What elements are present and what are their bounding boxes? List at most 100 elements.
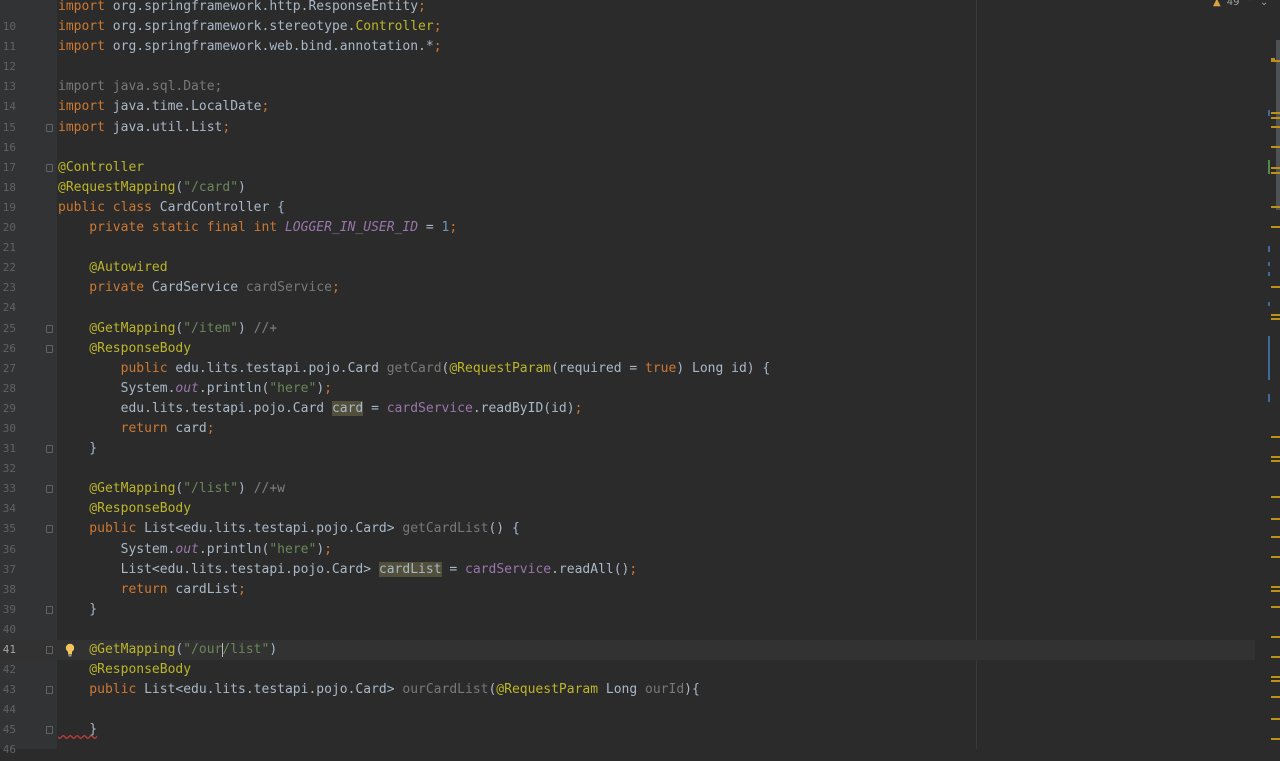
- code-line[interactable]: 42 @ResponseBody: [0, 660, 1255, 680]
- code-line[interactable]: 27 public edu.lits.testapi.pojo.Card get…: [0, 359, 1255, 379]
- code-line[interactable]: 24: [0, 298, 1255, 318]
- code-text: }: [58, 720, 97, 740]
- code-token: import: [58, 99, 113, 115]
- code-token: "/list": [183, 481, 239, 497]
- code-line[interactable]: 17 @Controller: [0, 158, 1255, 178]
- code-token: ){: [684, 682, 700, 698]
- line-number: 39: [2, 602, 16, 616]
- code-line[interactable]: 15 import java.util.List;: [0, 118, 1255, 138]
- line-number: 29: [2, 401, 16, 415]
- code-line[interactable]: 12: [0, 57, 1255, 77]
- chevron-up-icon[interactable]: ⌃: [1245, 0, 1253, 8]
- code-text: import java.util.List;: [58, 118, 230, 138]
- code-line[interactable]: 41 @GetMapping("/our/list"): [0, 640, 1255, 661]
- fold-marker-icon[interactable]: [46, 605, 53, 614]
- line-number: 35: [2, 522, 16, 536]
- code-editor[interactable]: import org.springframework.http.Response…: [0, 0, 1255, 761]
- code-line[interactable]: 36 System.out.println("here");: [0, 540, 1255, 560]
- code-line[interactable]: 25 @GetMapping("/item") //+: [0, 319, 1255, 339]
- line-number: 31: [2, 442, 16, 456]
- fold-marker-icon[interactable]: [46, 646, 53, 654]
- code-token: @GetMapping: [58, 481, 176, 497]
- line-number: 46: [2, 743, 16, 757]
- code-text: public List<edu.lits.testapi.pojo.Card> …: [58, 519, 519, 539]
- inspection-widget[interactable]: ▲ 49 ⌃ ⌄: [1213, 0, 1268, 8]
- code-text: @GetMapping("/our/list"): [58, 640, 277, 660]
- code-line[interactable]: 16: [0, 138, 1255, 158]
- code-line[interactable]: 34 @ResponseBody: [0, 499, 1255, 519]
- code-token: ;: [418, 0, 426, 14]
- code-text: private static final int LOGGER_IN_USER_…: [58, 218, 457, 238]
- fold-marker-icon[interactable]: [46, 726, 53, 735]
- code-token: List<edu.lits.testapi.pojo.Card>: [144, 682, 403, 698]
- code-text: return card;: [58, 419, 215, 439]
- code-line[interactable]: 33 @GetMapping("/list") //+w: [0, 479, 1255, 499]
- code-line[interactable]: 21: [0, 238, 1255, 258]
- code-token: =: [418, 220, 442, 236]
- code-token: CardController {: [159, 199, 285, 215]
- code-line[interactable]: 26 @ResponseBody: [0, 339, 1255, 359]
- code-token: return: [58, 581, 176, 597]
- code-line[interactable]: 46: [0, 740, 1255, 760]
- code-token: private static final int: [58, 220, 285, 236]
- code-token: @Controller: [58, 159, 145, 175]
- code-line[interactable]: 11 import org.springframework.web.bind.an…: [0, 37, 1255, 57]
- code-token: org.springframework.web.bind.annotation.…: [112, 39, 434, 55]
- fold-marker-icon[interactable]: [46, 445, 53, 454]
- code-token: ;: [629, 561, 638, 577]
- fold-marker-icon[interactable]: [46, 344, 53, 353]
- code-token: @RequestParam: [496, 682, 599, 698]
- code-line[interactable]: 45 }: [0, 720, 1255, 740]
- code-line[interactable]: 40: [0, 620, 1255, 640]
- code-line[interactable]: 22 @Autowired: [0, 258, 1255, 278]
- code-line[interactable]: 13 import java.sql.Date;: [0, 77, 1255, 97]
- code-line[interactable]: 31 }: [0, 439, 1255, 459]
- code-line[interactable]: 23 private CardService cardService;: [0, 278, 1255, 298]
- code-text: public edu.lits.testapi.pojo.Card getCar…: [58, 359, 771, 379]
- code-line[interactable]: 38 return cardList;: [0, 580, 1255, 600]
- code-line[interactable]: 43 public List<edu.lits.testapi.pojo.Car…: [0, 680, 1255, 700]
- fold-marker-icon[interactable]: [46, 525, 53, 534]
- code-line[interactable]: 37 List<edu.lits.testapi.pojo.Card> card…: [0, 560, 1255, 580]
- code-token: List<edu.lits.testapi.pojo.Card>: [144, 521, 403, 537]
- code-line[interactable]: 10 import org.springframework.stereotype.…: [0, 17, 1255, 37]
- code-line[interactable]: 28 System.out.println("here");: [0, 379, 1255, 399]
- code-line[interactable]: 39 }: [0, 600, 1255, 620]
- code-token: import: [58, 119, 113, 135]
- code-token: Controller: [355, 19, 434, 35]
- code-line[interactable]: 20 private static final int LOGGER_IN_US…: [0, 218, 1255, 238]
- code-token: @Autowired: [58, 260, 168, 276]
- code-token: ;: [238, 581, 246, 597]
- code-line[interactable]: 30 return card;: [0, 419, 1255, 439]
- fold-marker-icon[interactable]: [46, 163, 53, 172]
- code-text: @Autowired: [58, 258, 168, 278]
- fold-marker-icon[interactable]: [46, 485, 53, 494]
- code-token: /list": [222, 642, 270, 657]
- code-line[interactable]: 14 import java.time.LocalDate;: [0, 97, 1255, 117]
- code-token: import: [58, 0, 113, 14]
- code-token: =: [363, 400, 387, 416]
- fold-marker-icon[interactable]: [46, 324, 53, 333]
- code-text: System.out.println("here");: [58, 540, 332, 560]
- code-token: public: [58, 360, 176, 376]
- code-token: cardList: [378, 561, 442, 577]
- fold-marker-icon[interactable]: [46, 123, 53, 132]
- code-token: .readByID(id): [472, 400, 575, 416]
- code-line[interactable]: 35 public List<edu.lits.testapi.pojo.Car…: [0, 519, 1255, 539]
- code-line[interactable]: 18 @RequestMapping("/card"): [0, 178, 1255, 198]
- code-token: LOGGER_IN_USER_ID: [284, 220, 419, 236]
- code-line[interactable]: 32: [0, 459, 1255, 479]
- code-token: import java.sql.Date;: [58, 79, 223, 95]
- fold-marker-icon[interactable]: [46, 686, 53, 695]
- code-token: ;: [324, 541, 332, 557]
- code-token: private: [58, 280, 152, 296]
- code-line[interactable]: 44: [0, 700, 1255, 720]
- chevron-down-icon[interactable]: ⌄: [1260, 0, 1268, 8]
- code-line[interactable]: 29 edu.lits.testapi.pojo.Card card = car…: [0, 399, 1255, 419]
- code-token: ): [238, 481, 254, 497]
- scrollbar-thumb[interactable]: [1276, 40, 1280, 210]
- code-line[interactable]: import org.springframework.http.Response…: [0, 0, 1255, 17]
- code-token: public: [58, 521, 145, 537]
- line-number: 42: [2, 663, 16, 677]
- code-line[interactable]: 19 public class CardController {: [0, 198, 1255, 218]
